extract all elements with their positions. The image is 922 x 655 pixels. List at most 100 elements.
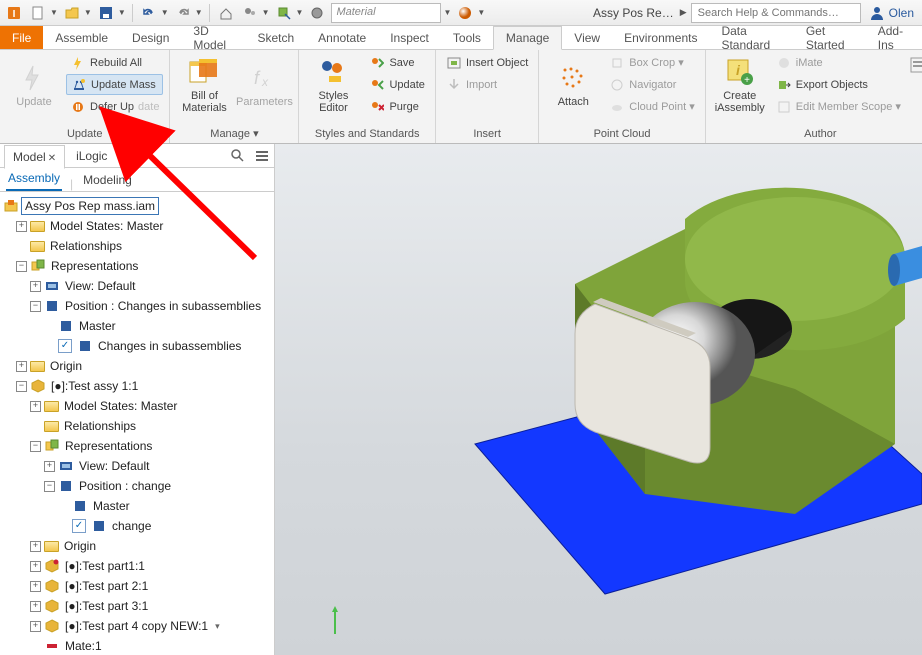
doc-nav-arrow-icon[interactable]: ▶	[680, 7, 687, 18]
tab-3d-model[interactable]: 3D Model	[181, 26, 245, 49]
update-mass-button[interactable]: Update Mass	[66, 74, 163, 95]
browser-tab-model[interactable]: Model✕	[4, 145, 65, 169]
sphere-icon[interactable]	[455, 3, 475, 23]
tree-node[interactable]: +View: Default	[2, 456, 272, 476]
redo-dropdown-icon[interactable]: ▼	[195, 8, 203, 17]
app-icon[interactable]: I	[4, 3, 24, 23]
edit-member-scope-button[interactable]: Edit Member Scope ▾	[772, 96, 905, 117]
tree-node[interactable]: +[●]:Test part 3:1	[2, 596, 272, 616]
undo-dropdown-icon[interactable]: ▼	[161, 8, 169, 17]
appearance-icon[interactable]	[307, 3, 327, 23]
redo-icon[interactable]	[173, 3, 193, 23]
new-dropdown-icon[interactable]: ▼	[50, 8, 58, 17]
collapse-icon[interactable]: −	[16, 381, 27, 392]
tree-node[interactable]: +[●]:Test part 2:1	[2, 576, 272, 596]
tree-node[interactable]: +Model States: Master	[2, 216, 272, 236]
tab-file[interactable]: File	[0, 26, 43, 49]
model-tree[interactable]: Assy Pos Rep mass.iam +Model States: Mas…	[0, 192, 274, 655]
search-icon[interactable]	[230, 148, 246, 164]
checkbox-icon[interactable]: ✓	[58, 339, 72, 353]
subtab-assembly[interactable]: Assembly	[6, 167, 62, 191]
undo-icon[interactable]	[139, 3, 159, 23]
new-icon[interactable]	[28, 3, 48, 23]
tree-node[interactable]: Mate:1	[2, 636, 272, 655]
styles-purge-button[interactable]: Purge	[365, 96, 428, 117]
tree-node[interactable]: +Model States: Master	[2, 396, 272, 416]
collapse-icon[interactable]: −	[44, 481, 55, 492]
attach-button[interactable]: Attach	[545, 52, 601, 118]
home-icon[interactable]	[216, 3, 236, 23]
rebuild-all-button[interactable]: Rebuild All	[66, 52, 163, 73]
user-profile[interactable]: Olen	[865, 5, 918, 21]
defer-update-button[interactable]: Defer Update	[66, 96, 163, 117]
expand-icon[interactable]: +	[44, 461, 55, 472]
bom-button[interactable]: Bill of Materials	[176, 52, 232, 118]
tab-inspect[interactable]: Inspect	[378, 26, 441, 49]
tree-root[interactable]: Assy Pos Rep mass.iam	[2, 196, 272, 216]
tree-node[interactable]: Relationships	[2, 236, 272, 256]
expand-icon[interactable]: +	[30, 561, 41, 572]
export-objects-button[interactable]: Export Objects	[772, 74, 905, 95]
tree-node[interactable]: +View: Default	[2, 276, 272, 296]
collapse-icon[interactable]: −	[30, 301, 41, 312]
add-browser-tab-button[interactable]: ＋	[122, 146, 136, 166]
tree-node[interactable]: Relationships	[2, 416, 272, 436]
tree-node[interactable]: −[●]:Test assy 1:1	[2, 376, 272, 396]
group-label-manage[interactable]: Manage ▾	[176, 125, 292, 143]
subtab-modeling[interactable]: Modeling	[81, 169, 134, 191]
open-dropdown-icon[interactable]: ▼	[84, 8, 92, 17]
update-button[interactable]: Update	[6, 52, 62, 118]
material-dropdown-icon[interactable]: ▼	[443, 8, 451, 17]
tab-assemble[interactable]: Assemble	[43, 26, 120, 49]
sphere-dropdown-icon[interactable]: ▼	[477, 8, 485, 17]
collapse-icon[interactable]: −	[30, 441, 41, 452]
tab-tools[interactable]: Tools	[441, 26, 493, 49]
imate-button[interactable]: iMate	[772, 52, 905, 73]
more-panel-icon[interactable]	[909, 56, 922, 74]
create-iassembly-button[interactable]: i+ Create iAssembly	[712, 52, 768, 118]
styles-save-button[interactable]: Save	[365, 52, 428, 73]
expand-icon[interactable]: +	[30, 281, 41, 292]
box-crop-button[interactable]: Box Crop ▾	[605, 52, 698, 73]
styles-editor-button[interactable]: Styles Editor	[305, 52, 361, 118]
import-button[interactable]: Import	[442, 74, 532, 95]
cloud-point-button[interactable]: Cloud Point ▾	[605, 96, 698, 117]
browser-menu-icon[interactable]	[254, 148, 270, 164]
expand-icon[interactable]: +	[30, 541, 41, 552]
tree-node[interactable]: Master	[2, 496, 272, 516]
checkbox-icon[interactable]: ✓	[72, 519, 86, 533]
expand-icon[interactable]: +	[16, 221, 27, 232]
tab-manage[interactable]: Manage	[493, 26, 562, 50]
tree-node[interactable]: Master	[2, 316, 272, 336]
team-icon[interactable]	[240, 3, 260, 23]
save-icon[interactable]	[96, 3, 116, 23]
expand-icon[interactable]: +	[30, 401, 41, 412]
tree-node[interactable]: −Representations	[2, 256, 272, 276]
save-dropdown-icon[interactable]: ▼	[118, 8, 126, 17]
expand-icon[interactable]: +	[30, 581, 41, 592]
open-icon[interactable]	[62, 3, 82, 23]
tab-annotate[interactable]: Annotate	[306, 26, 378, 49]
select-dropdown-icon[interactable]: ▼	[296, 8, 304, 17]
expand-icon[interactable]: +	[30, 621, 41, 632]
tree-node[interactable]: +[●]:Test part1:1	[2, 556, 272, 576]
expand-icon[interactable]: +	[30, 601, 41, 612]
3d-viewport[interactable]	[275, 144, 922, 655]
tree-node[interactable]: ✓Changes in subassemblies	[2, 336, 272, 356]
tree-node[interactable]: −Position : change	[2, 476, 272, 496]
expand-icon[interactable]: +	[16, 361, 27, 372]
select-icon[interactable]	[274, 3, 294, 23]
tab-sketch[interactable]: Sketch	[245, 26, 306, 49]
insert-object-button[interactable]: Insert Object	[442, 52, 532, 73]
tree-node[interactable]: +Origin	[2, 536, 272, 556]
material-selector[interactable]: Material	[331, 3, 441, 23]
tab-view[interactable]: View	[562, 26, 612, 49]
parameters-button[interactable]: fx Parameters	[236, 52, 292, 118]
tree-node[interactable]: +[●]:Test part 4 copy NEW:1▾	[2, 616, 272, 636]
team-dropdown-icon[interactable]: ▼	[262, 8, 270, 17]
tree-node[interactable]: ✓change	[2, 516, 272, 536]
navigator-button[interactable]: Navigator	[605, 74, 698, 95]
tree-node[interactable]: −Representations	[2, 436, 272, 456]
tree-node[interactable]: −Position : Changes in subassemblies	[2, 296, 272, 316]
tab-get-started[interactable]: Get Started	[794, 26, 866, 49]
